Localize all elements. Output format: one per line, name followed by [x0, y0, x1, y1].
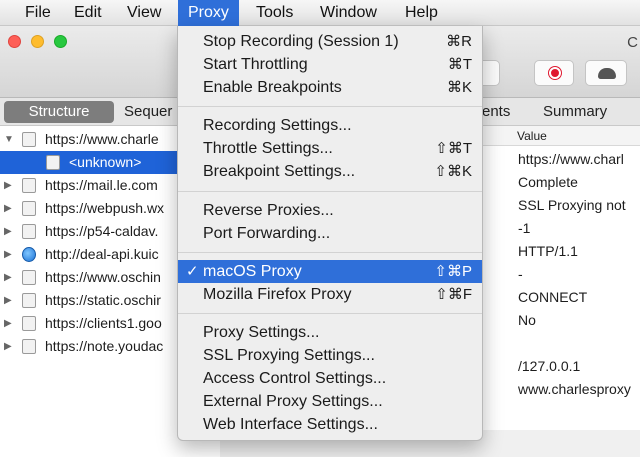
- menu-window[interactable]: Window: [311, 0, 386, 26]
- lock-icon: [22, 132, 36, 147]
- menu-help[interactable]: Help: [396, 0, 447, 26]
- menu-view[interactable]: View: [118, 0, 170, 26]
- tree-row-label: https://static.oschir: [45, 292, 161, 308]
- lock-icon: [22, 201, 36, 216]
- summary-value: -1: [518, 220, 531, 236]
- menu-item-reverse-proxies[interactable]: Reverse Proxies...: [178, 199, 482, 222]
- summary-value: CONNECT: [518, 289, 588, 305]
- tree-row-label: https://webpush.wx: [45, 200, 165, 216]
- tab-summary[interactable]: Summary: [543, 101, 607, 123]
- summary-panel: Value https://www.charl Complete SSL Pro…: [482, 126, 640, 457]
- lock-icon: [22, 224, 36, 239]
- menu-tools[interactable]: Tools: [247, 0, 302, 26]
- column-header-label: Value: [517, 129, 547, 143]
- throttle-button[interactable]: [585, 60, 627, 86]
- menu-separator: [178, 313, 482, 314]
- menu-separator: [178, 106, 482, 107]
- menu-item-recording-settings[interactable]: Recording Settings...: [178, 114, 482, 137]
- disclosure-closed-icon[interactable]: ▶: [4, 335, 12, 358]
- tree-row-label: <unknown>: [69, 154, 142, 170]
- globe-icon: [22, 247, 36, 262]
- tree-row-label: http://deal-api.kuic: [45, 246, 159, 262]
- menu-proxy[interactable]: Proxy: [178, 0, 239, 26]
- window-title: C: [627, 34, 638, 51]
- menu-edit[interactable]: Edit: [65, 0, 111, 26]
- value-column-header[interactable]: Value: [482, 126, 640, 146]
- menu-item-throttle-settings[interactable]: Throttle Settings... ⇧⌘T: [178, 137, 482, 160]
- disclosure-closed-icon[interactable]: ▶: [4, 266, 12, 289]
- summary-value: -: [518, 266, 523, 282]
- record-icon: [549, 67, 561, 79]
- tree-row-label: https://clients1.goo: [45, 315, 162, 331]
- menu-item-macos-proxy[interactable]: ✓ macOS Proxy ⇧⌘P: [178, 260, 482, 283]
- menu-item-web-interface-settings[interactable]: Web Interface Settings...: [178, 413, 482, 436]
- menu-item-breakpoint-settings[interactable]: Breakpoint Settings... ⇧⌘K: [178, 160, 482, 183]
- summary-value: HTTP/1.1: [518, 243, 578, 259]
- tree-row-label: https://www.charle: [45, 131, 159, 147]
- tree-row-label: https://note.youdac: [45, 338, 164, 354]
- zoom-window-button[interactable]: [54, 35, 67, 48]
- disclosure-closed-icon[interactable]: ▶: [4, 174, 12, 197]
- disclosure-closed-icon[interactable]: ▶: [4, 312, 12, 335]
- checkmark-icon: ✓: [186, 263, 199, 280]
- summary-value: Complete: [518, 174, 578, 190]
- menu-bar: File Edit View Proxy Tools Window Help: [0, 0, 640, 26]
- close-window-button[interactable]: [8, 35, 21, 48]
- summary-value: SSL Proxying not: [518, 197, 626, 213]
- summary-value: /127.0.0.1: [518, 358, 581, 374]
- tree-row-label: https://p54-caldav.: [45, 223, 159, 239]
- menu-item-start-throttling[interactable]: Start Throttling ⌘T: [178, 53, 482, 76]
- document-icon: [46, 155, 60, 170]
- disclosure-closed-icon[interactable]: ▶: [4, 289, 12, 312]
- tab-sequence[interactable]: Sequer: [124, 101, 172, 123]
- turtle-icon: [598, 68, 616, 79]
- menu-item-firefox-proxy[interactable]: Mozilla Firefox Proxy ⇧⌘F: [178, 283, 482, 306]
- disclosure-closed-icon[interactable]: ▶: [4, 220, 12, 243]
- tab-structure[interactable]: Structure: [4, 101, 114, 123]
- disclosure-closed-icon[interactable]: ▶: [4, 243, 12, 266]
- menu-file[interactable]: File: [16, 0, 60, 26]
- tab-contents[interactable]: ents: [482, 101, 510, 123]
- summary-value: No: [518, 312, 536, 328]
- menu-item-external-proxy-settings[interactable]: External Proxy Settings...: [178, 390, 482, 413]
- tree-row-label: https://www.oschin: [45, 269, 161, 285]
- tree-row-label: https://mail.le.com: [45, 177, 158, 193]
- disclosure-open-icon[interactable]: ▼: [4, 128, 14, 151]
- lock-icon: [22, 178, 36, 193]
- summary-value: https://www.charl: [518, 151, 624, 167]
- lock-icon: [22, 316, 36, 331]
- menu-separator: [178, 252, 482, 253]
- menu-separator: [178, 191, 482, 192]
- summary-value: www.charlesproxy: [518, 381, 631, 397]
- record-button[interactable]: [534, 60, 574, 86]
- lock-icon: [22, 293, 36, 308]
- disclosure-closed-icon[interactable]: ▶: [4, 197, 12, 220]
- menu-item-enable-breakpoints[interactable]: Enable Breakpoints ⌘K: [178, 76, 482, 99]
- lock-icon: [22, 270, 36, 285]
- proxy-menu: Stop Recording (Session 1) ⌘R Start Throt…: [177, 26, 483, 441]
- lock-icon: [22, 339, 36, 354]
- minimize-window-button[interactable]: [31, 35, 44, 48]
- menu-item-access-control-settings[interactable]: Access Control Settings...: [178, 367, 482, 390]
- summary-value: [482, 332, 640, 355]
- menu-item-proxy-settings[interactable]: Proxy Settings...: [178, 321, 482, 344]
- menu-item-stop-recording[interactable]: Stop Recording (Session 1) ⌘R: [178, 30, 482, 53]
- menu-item-port-forwarding[interactable]: Port Forwarding...: [178, 222, 482, 245]
- menu-item-ssl-proxying-settings[interactable]: SSL Proxying Settings...: [178, 344, 482, 367]
